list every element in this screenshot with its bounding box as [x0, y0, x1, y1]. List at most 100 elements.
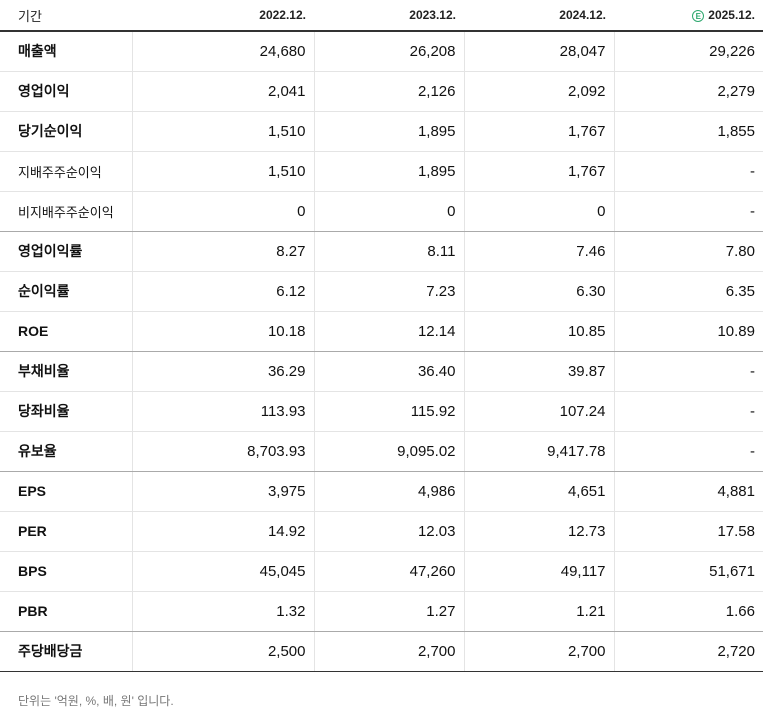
cell-value: 14.92 [131, 511, 314, 552]
cell-value: - [613, 431, 763, 472]
cell-value: 4,986 [313, 471, 464, 512]
cell-value: 9,417.78 [463, 431, 614, 472]
row-per: PER 14.92 12.03 12.73 17.58 [0, 511, 763, 552]
cell-value: 8.27 [131, 231, 314, 272]
row-label: PER [0, 511, 132, 552]
cell-value: 1,895 [313, 151, 464, 192]
cell-value: 6.30 [463, 271, 614, 312]
row-dividend-per-share: 주당배당금 2,500 2,700 2,700 2,720 [0, 631, 763, 672]
column-header-label: 2025.12. [708, 8, 755, 22]
cell-value: 29,226 [613, 31, 763, 72]
period-header: 기간 [0, 0, 132, 32]
cell-value: 2,720 [613, 631, 763, 672]
cell-value: 1.66 [613, 591, 763, 632]
cell-value: 7.23 [313, 271, 464, 312]
row-debt-ratio: 부채비율 36.29 36.40 39.87 - [0, 351, 763, 392]
row-label: 순이익률 [0, 271, 132, 312]
cell-value: 47,260 [313, 551, 464, 592]
row-controlling-net-income: 지배주주순이익 1,510 1,895 1,767 - [0, 151, 763, 192]
cell-value: 17.58 [613, 511, 763, 552]
row-bps: BPS 45,045 47,260 49,117 51,671 [0, 551, 763, 592]
cell-value: 28,047 [463, 31, 614, 72]
row-pbr: PBR 1.32 1.27 1.21 1.66 [0, 591, 763, 632]
cell-value: 4,881 [613, 471, 763, 512]
cell-value: 1,767 [463, 151, 614, 192]
cell-value: 9,095.02 [313, 431, 464, 472]
column-header-2023: 2023.12. [314, 0, 464, 32]
row-label: PBR [0, 591, 132, 632]
cell-value: 2,092 [463, 71, 614, 112]
cell-value: - [613, 191, 763, 232]
cell-value: 1,895 [313, 111, 464, 152]
cell-value: 2,500 [131, 631, 314, 672]
row-operating-profit: 영업이익 2,041 2,126 2,092 2,279 [0, 71, 763, 112]
row-label: 지배주주순이익 [0, 151, 132, 192]
cell-value: 0 [463, 191, 614, 232]
row-label: 주당배당금 [0, 631, 132, 672]
cell-value: 2,700 [463, 631, 614, 672]
row-label: 매출액 [0, 31, 132, 72]
row-label: BPS [0, 551, 132, 592]
row-label: ROE [0, 311, 132, 352]
cell-value: 7.46 [463, 231, 614, 272]
cell-value: - [613, 151, 763, 192]
cell-value: 107.24 [463, 391, 614, 432]
cell-value: 24,680 [131, 31, 314, 72]
column-header-2025: E 2025.12. [614, 0, 763, 32]
estimate-icon: E [692, 9, 705, 22]
row-reserve-ratio: 유보율 8,703.93 9,095.02 9,417.78 - [0, 431, 763, 472]
row-revenue: 매출액 24,680 26,208 28,047 29,226 [0, 31, 763, 72]
financial-table: 기간 2022.12. 2023.12. 2024.12. E 2025.12. … [0, 0, 763, 672]
column-header-label: 2022.12. [259, 8, 306, 22]
cell-value: 26,208 [313, 31, 464, 72]
cell-value: - [613, 391, 763, 432]
header-row: 기간 2022.12. 2023.12. 2024.12. E 2025.12. [0, 0, 763, 32]
cell-value: 12.03 [313, 511, 464, 552]
cell-value: 6.12 [131, 271, 314, 312]
row-label: 당기순이익 [0, 111, 132, 152]
cell-value: 8.11 [313, 231, 464, 272]
cell-value: 10.85 [463, 311, 614, 352]
row-roe: ROE 10.18 12.14 10.85 10.89 [0, 311, 763, 352]
row-net-margin: 순이익률 6.12 7.23 6.30 6.35 [0, 271, 763, 312]
cell-value: 0 [313, 191, 464, 232]
cell-value: 2,126 [313, 71, 464, 112]
cell-value: 113.93 [131, 391, 314, 432]
row-label: 유보율 [0, 431, 132, 472]
cell-value: 2,041 [131, 71, 314, 112]
row-noncontrolling-net-income: 비지배주주순이익 0 0 0 - [0, 191, 763, 232]
cell-value: 7.80 [613, 231, 763, 272]
cell-value: 1,855 [613, 111, 763, 152]
cell-value: 10.89 [613, 311, 763, 352]
cell-value: 36.40 [313, 351, 464, 392]
cell-value: 10.18 [131, 311, 314, 352]
cell-value: 2,700 [313, 631, 464, 672]
financial-summary: 기간 2022.12. 2023.12. 2024.12. E 2025.12. … [0, 0, 763, 709]
cell-value: 51,671 [613, 551, 763, 592]
row-label: 비지배주주순이익 [0, 191, 132, 232]
cell-value: 12.73 [463, 511, 614, 552]
cell-value: 1.32 [131, 591, 314, 632]
cell-value: - [613, 351, 763, 392]
cell-value: 1.27 [313, 591, 464, 632]
row-label: 부채비율 [0, 351, 132, 392]
column-header-2022: 2022.12. [132, 0, 314, 32]
row-label: 영업이익 [0, 71, 132, 112]
cell-value: 0 [131, 191, 314, 232]
cell-value: 3,975 [131, 471, 314, 512]
column-header-2024: 2024.12. [464, 0, 614, 32]
cell-value: 4,651 [463, 471, 614, 512]
cell-value: 6.35 [613, 271, 763, 312]
cell-value: 49,117 [463, 551, 614, 592]
cell-value: 45,045 [131, 551, 314, 592]
cell-value: 1,510 [131, 111, 314, 152]
row-label: EPS [0, 471, 132, 512]
row-quick-ratio: 당좌비율 113.93 115.92 107.24 - [0, 391, 763, 432]
cell-value: 8,703.93 [131, 431, 314, 472]
row-label: 영업이익률 [0, 231, 132, 272]
cell-value: 12.14 [313, 311, 464, 352]
row-label: 당좌비율 [0, 391, 132, 432]
unit-footnote: 단위는 '억원, %, 배, 원' 입니다. [18, 693, 174, 708]
cell-value: 115.92 [313, 391, 464, 432]
cell-value: 1,510 [131, 151, 314, 192]
